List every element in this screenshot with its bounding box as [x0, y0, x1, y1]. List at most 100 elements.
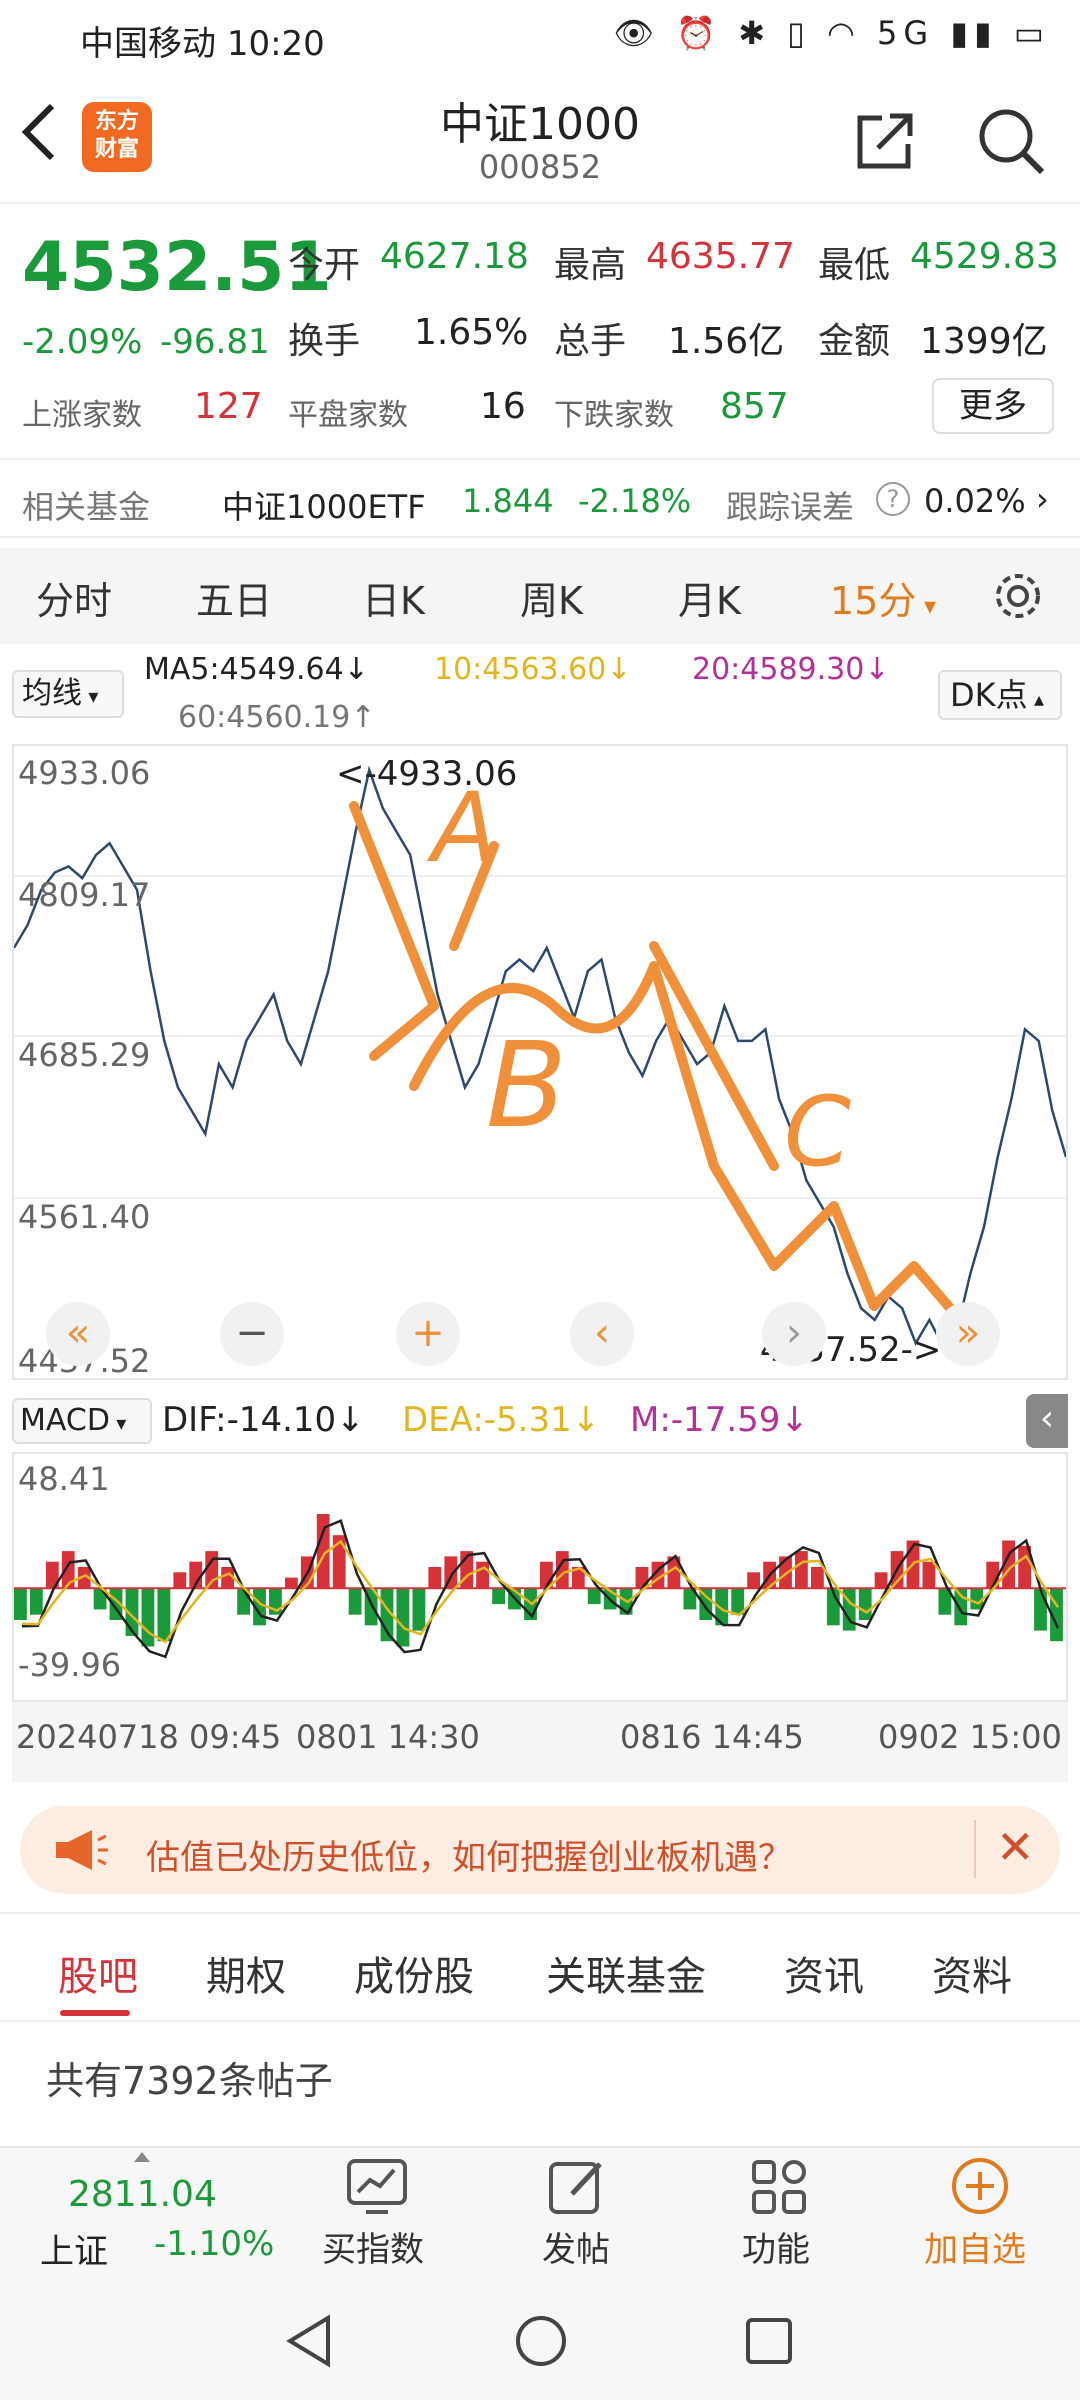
header: 东方 财富 中证1000 000852 — [0, 72, 1080, 204]
index-name: 上证 — [40, 2232, 108, 2272]
nav-home-icon[interactable] — [514, 2314, 568, 2368]
caret-up-icon — [134, 2152, 150, 2162]
m-value: M:-17.59↓ — [630, 1400, 809, 1440]
dk-point-button[interactable]: DK点 ▴ — [938, 670, 1062, 720]
macd-bar — [747, 1572, 760, 1589]
fund-label: 相关基金 — [22, 488, 151, 526]
volume-label: 总手 — [554, 321, 627, 362]
tab-related-funds[interactable]: 关联基金 — [546, 1944, 706, 2002]
indicator-select[interactable]: MACD ▾ — [12, 1398, 152, 1444]
ma-select[interactable]: 均线 ▾ — [12, 670, 124, 718]
collapse-panel-button[interactable]: ‹ — [1026, 1394, 1068, 1448]
down-count-label: 下跌家数 — [554, 398, 674, 433]
macd-chart[interactable]: 48.41 -39.96 — [12, 1452, 1068, 1702]
zoom-in-button[interactable]: + — [396, 1302, 460, 1366]
scroll-start-button[interactable]: « — [46, 1302, 110, 1366]
turnover-value: 1.65% — [414, 312, 529, 353]
tab-intraday[interactable]: 分时 — [36, 570, 112, 625]
content-tabs: 股吧 期权 成份股 关联基金 资讯 资料 — [0, 1912, 1080, 2022]
nav-back-icon[interactable] — [284, 2314, 334, 2368]
post-button[interactable]: 发帖 — [540, 2148, 620, 2278]
macd-bar — [14, 1588, 27, 1620]
macd-bar — [428, 1567, 442, 1589]
share-icon — [857, 113, 913, 169]
y-label-4: 4561.40 — [18, 1198, 151, 1236]
index-ticker[interactable]: 2811.04 上证 -1.10% — [22, 2148, 274, 2278]
annotation-stroke — [649, 941, 779, 1171]
y-label-3: 4685.29 — [18, 1036, 151, 1074]
banner-divider — [974, 1820, 976, 1878]
promo-banner[interactable]: 估值已处历史低位，如何把握创业板机遇？ ✕ — [20, 1806, 1060, 1894]
macd-bar — [412, 1588, 426, 1631]
tab-forum[interactable]: 股吧 — [58, 1944, 138, 2002]
tab-weekly-k[interactable]: 周K — [520, 570, 583, 625]
tab-options[interactable]: 期权 — [206, 1944, 286, 2002]
related-fund-row[interactable]: 相关基金 中证1000ETF 1.844 -2.18% 跟踪误差 ? 0.02%… — [0, 458, 1080, 538]
ma60-value: 60:4560.19↑ — [178, 700, 376, 735]
scroll-right-button[interactable]: › — [762, 1302, 826, 1366]
current-price: 4532.51 — [22, 228, 332, 307]
tab-five-day[interactable]: 五日 — [196, 570, 272, 625]
zoom-out-button[interactable]: − — [220, 1302, 284, 1366]
buy-index-label: 买指数 — [322, 2230, 424, 2270]
macd-bar — [587, 1588, 601, 1605]
low-value: 4529.83 — [910, 236, 1059, 277]
close-icon[interactable]: ✕ — [996, 1820, 1035, 1874]
help-icon[interactable]: ? — [876, 482, 910, 516]
annotation-stroke — [349, 801, 439, 1061]
macd-bar — [795, 1551, 808, 1589]
date-label-2: 0801 14:30 — [296, 1718, 480, 1756]
flat-count: 16 — [480, 386, 526, 427]
tab-daily-k[interactable]: 日K — [362, 570, 425, 625]
open-value: 4627.18 — [380, 236, 529, 277]
up-count-label: 上涨家数 — [22, 398, 142, 433]
tab-news[interactable]: 资讯 — [784, 1944, 864, 2002]
scroll-end-button[interactable]: » — [936, 1302, 1000, 1366]
macd-y-max: 48.41 — [18, 1460, 110, 1498]
dea-value: DEA:-5.31↓ — [402, 1400, 601, 1440]
macd-bar — [173, 1572, 187, 1589]
volume-value: 1.56亿 — [668, 321, 785, 362]
high-value: 4635.77 — [646, 236, 795, 277]
macd-header: MACD ▾ DIF:-14.10↓ DEA:-5.31↓ M:-17.59↓ … — [12, 1394, 1068, 1448]
tab-profile[interactable]: 资料 — [932, 1944, 1012, 2002]
macd-y-min: -39.96 — [18, 1646, 122, 1684]
gear-icon — [996, 574, 1040, 618]
status-icons: 👁 ⏰ ✱ ▯ ◠ 5G ▮▮ ▭ — [613, 14, 1050, 52]
edit-icon — [549, 2162, 602, 2214]
more-button[interactable]: 更多 — [932, 378, 1054, 434]
macd-bar — [348, 1588, 362, 1615]
search-button[interactable] — [976, 106, 1046, 176]
price-chart[interactable]: 4933.06 4809.17 4685.29 4561.40 4437.52 … — [12, 744, 1068, 1380]
tracking-error-label: 跟踪误差 — [726, 488, 855, 526]
buy-index-button[interactable]: 买指数 — [322, 2148, 432, 2278]
period-tabs: 分时 五日 日K 周K 月K 15分 ▾ — [0, 548, 1080, 644]
macd-bar — [1034, 1588, 1047, 1631]
ma20-value: 20:4589.30↓ — [692, 652, 890, 687]
tab-constituents[interactable]: 成份股 — [354, 1944, 474, 2002]
index-value: 2811.04 — [68, 2174, 217, 2215]
date-label-3: 0816 14:45 — [620, 1718, 804, 1756]
high-label: 最高 — [554, 245, 627, 286]
tab-monthly-k[interactable]: 月K — [678, 570, 741, 625]
nav-recents-icon[interactable] — [744, 2316, 794, 2366]
annotation-a: A — [432, 772, 498, 884]
functions-button[interactable]: 功能 — [740, 2148, 820, 2278]
fund-name: 中证1000ETF — [222, 488, 426, 526]
scroll-left-button[interactable]: ‹ — [570, 1302, 634, 1366]
y-label-2: 4809.17 — [18, 876, 151, 914]
status-carrier: 中国移动 10:20 — [80, 24, 325, 64]
system-nav-bar — [0, 2280, 1080, 2400]
tab-15min[interactable]: 15分 ▾ — [830, 570, 936, 625]
chart-settings-button[interactable] — [990, 568, 1046, 628]
tracking-error-value: 0.02% — [924, 482, 1026, 520]
chart-trend-icon — [347, 2159, 407, 2214]
add-watchlist-label: 加自选 — [924, 2230, 1026, 2270]
date-label-4: 0902 15:00 — [878, 1718, 1062, 1756]
fund-price: 1.844 — [462, 482, 554, 520]
share-button[interactable] — [854, 108, 918, 172]
down-count: 857 — [720, 386, 789, 427]
add-watchlist-button[interactable]: 加自选 — [920, 2148, 1040, 2278]
post-label: 发帖 — [542, 2230, 610, 2270]
macd-bar — [157, 1588, 171, 1642]
